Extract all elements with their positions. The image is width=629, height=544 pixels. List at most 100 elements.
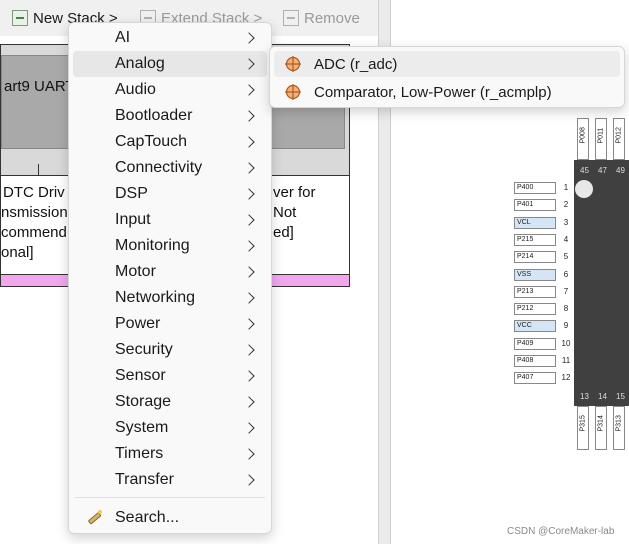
pin1-marker bbox=[575, 180, 593, 198]
pin-bottom-1[interactable]: P315 bbox=[577, 406, 589, 450]
menu-separator bbox=[75, 497, 265, 498]
pin-bottom-3-label: P313 bbox=[615, 415, 623, 432]
pin-left-8-num: 8 bbox=[563, 304, 569, 314]
pin-left-9-num: 9 bbox=[563, 321, 569, 331]
pin-top-1[interactable]: P008 bbox=[577, 118, 589, 160]
pin-left-4-num: 4 bbox=[563, 234, 569, 244]
pin-left-2[interactable]: P401 bbox=[514, 199, 556, 212]
chevron-right-icon bbox=[243, 84, 255, 96]
menu-item-label: Transfer bbox=[115, 471, 174, 488]
pin-top-1-num: 45 bbox=[580, 166, 589, 175]
pin-left-11[interactable]: P408 bbox=[514, 355, 556, 367]
component-icon bbox=[285, 56, 301, 72]
pin-left-4[interactable]: P215 bbox=[514, 233, 556, 246]
chevron-right-icon bbox=[243, 344, 255, 356]
pin-bottom-2-label: P314 bbox=[597, 415, 605, 432]
pin-left-1[interactable]: P400 bbox=[514, 182, 556, 194]
pin-top-3-num: 49 bbox=[616, 166, 625, 175]
chevron-right-icon bbox=[243, 240, 255, 252]
chevron-right-icon bbox=[243, 32, 255, 44]
menu-item-analog[interactable]: Analog bbox=[73, 51, 267, 77]
add-stack-icon bbox=[12, 10, 28, 26]
dtc-right-line-1: ver for bbox=[273, 184, 316, 201]
chevron-right-icon bbox=[243, 318, 255, 330]
menu-item-transfer[interactable]: Transfer bbox=[73, 467, 267, 493]
menu-item-networking[interactable]: Networking bbox=[73, 285, 267, 311]
menu-item-security[interactable]: Security bbox=[73, 337, 267, 363]
dtc-line-2: nsmission bbox=[1, 204, 68, 221]
pin-left-3[interactable]: VCL bbox=[514, 216, 556, 229]
pin-left-7[interactable]: P213 bbox=[514, 285, 556, 298]
pin-left-8[interactable]: P212 bbox=[514, 303, 556, 316]
pin-left-2-num: 2 bbox=[563, 200, 569, 210]
pin-top-2-label: P011 bbox=[597, 127, 605, 144]
menu-item-connectivity[interactable]: Connectivity bbox=[73, 155, 267, 181]
submenu-item-comparator[interactable]: Comparator, Low-Power (r_acmplp) bbox=[274, 79, 620, 105]
chevron-right-icon bbox=[243, 448, 255, 460]
menu-item-system[interactable]: System bbox=[73, 415, 267, 441]
chevron-right-icon bbox=[243, 162, 255, 174]
menu-item-bootloader[interactable]: Bootloader bbox=[73, 103, 267, 129]
remove-button[interactable]: Remove bbox=[283, 6, 360, 30]
menu-item-captouch[interactable]: CapTouch bbox=[73, 129, 267, 155]
menu-item-motor[interactable]: Motor bbox=[73, 259, 267, 285]
chevron-right-icon bbox=[243, 188, 255, 200]
pin-left-7-num: 7 bbox=[563, 286, 569, 296]
new-stack-menu: AI Analog Audio Bootloader CapTouch Connectiv… bbox=[68, 22, 272, 534]
chevron-right-icon bbox=[243, 266, 255, 278]
pin-left-10[interactable]: P409 bbox=[514, 337, 556, 350]
menu-item-label: Audio bbox=[115, 81, 156, 98]
pin-top-3[interactable]: P012 bbox=[613, 118, 625, 160]
pin-left-9[interactable]: VCC bbox=[514, 320, 556, 333]
menu-item-timers[interactable]: Timers bbox=[73, 441, 267, 467]
pin-bottom-1-num: 13 bbox=[580, 392, 589, 401]
menu-item-label: Bootloader bbox=[115, 107, 193, 124]
menu-item-label: CapTouch bbox=[115, 133, 188, 150]
menu-item-label: Timers bbox=[115, 445, 164, 462]
chevron-right-icon bbox=[243, 110, 255, 122]
dtc-line-4: onal] bbox=[1, 244, 34, 261]
pin-left-11-num: 11 bbox=[561, 356, 571, 365]
chevron-right-icon bbox=[243, 58, 255, 70]
pin-top-2[interactable]: P011 bbox=[595, 118, 607, 160]
menu-item-label: Motor bbox=[115, 263, 156, 280]
submenu-item-adc-label: ADC (r_adc) bbox=[314, 55, 398, 73]
menu-item-storage[interactable]: Storage bbox=[73, 389, 267, 415]
watermark-text: CSDN @CoreMaker-lab bbox=[507, 526, 615, 537]
menu-item-dsp[interactable]: DSP bbox=[73, 181, 267, 207]
chevron-right-icon bbox=[243, 370, 255, 382]
pin-left-12[interactable]: P407 bbox=[514, 372, 556, 385]
menu-item-label: Monitoring bbox=[115, 237, 190, 254]
pin-top-1-label: P008 bbox=[579, 127, 587, 144]
pin-bottom-2[interactable]: P314 bbox=[595, 406, 607, 450]
dtc-right-line-3: ed] bbox=[273, 224, 294, 241]
menu-item-search[interactable]: Search... bbox=[73, 505, 267, 531]
menu-item-label: AI bbox=[115, 29, 131, 46]
pin-top-3-label: P012 bbox=[615, 127, 623, 144]
pin-top-2-num: 47 bbox=[598, 166, 607, 175]
menu-item-power[interactable]: Power bbox=[73, 311, 267, 337]
submenu-item-adc[interactable]: ADC (r_adc) bbox=[274, 51, 620, 77]
menu-item-sensor[interactable]: Sensor bbox=[73, 363, 267, 389]
pin-bottom-1-label: P315 bbox=[579, 415, 587, 432]
dtc-right-line-2: Not bbox=[273, 204, 297, 221]
pin-bottom-2-num: 14 bbox=[598, 392, 607, 401]
pin-left-6[interactable]: VSS bbox=[514, 268, 556, 281]
chevron-right-icon bbox=[243, 214, 255, 226]
menu-item-label: System bbox=[115, 419, 169, 436]
search-label: Search... bbox=[115, 509, 180, 526]
menu-item-audio[interactable]: Audio bbox=[73, 77, 267, 103]
pin-bottom-3-num: 15 bbox=[616, 392, 625, 401]
menu-item-monitoring[interactable]: Monitoring bbox=[73, 233, 267, 259]
pin-bottom-3[interactable]: P313 bbox=[613, 406, 625, 450]
pin-left-5[interactable]: P214 bbox=[514, 251, 556, 264]
menu-item-label: Security bbox=[115, 341, 173, 358]
menu-item-label: Connectivity bbox=[115, 159, 203, 176]
pin-left-6-num: 6 bbox=[563, 269, 569, 279]
menu-item-input[interactable]: Input bbox=[73, 207, 267, 233]
menu-item-ai[interactable]: AI bbox=[73, 25, 267, 51]
menu-item-label: Input bbox=[115, 211, 151, 228]
menu-item-label: Storage bbox=[115, 393, 172, 410]
dtc-line-3: commend bbox=[1, 224, 67, 241]
chevron-right-icon bbox=[243, 396, 255, 408]
